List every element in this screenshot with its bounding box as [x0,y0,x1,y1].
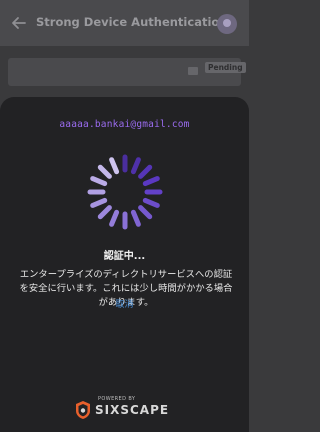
item-icon [188,67,198,75]
spinner-segment [109,209,120,227]
status-text: 認証中... [103,251,146,262]
back-arrow-icon[interactable] [10,14,28,32]
status-badge: Pending [205,62,246,73]
user-email: aaaaa.bankai@gmail.com [59,119,190,130]
brand-name: SIXSCAPE [95,403,170,417]
cancel-button[interactable]: 取消 [0,297,249,310]
spinner-segment [138,164,153,179]
spinner-segment [109,157,120,175]
spinner-segment [130,209,141,227]
branding: POWERED BY SIXSCAPE [74,396,184,420]
spinner-segment [142,197,160,208]
sixscape-logo-icon [74,400,92,420]
spinner-segment [130,157,141,175]
spinner-segment [97,205,112,220]
authentication-sheet: aaaaa.bankai@gmail.com 認証中... エンタープライズのデ… [0,97,249,432]
avatar-icon[interactable] [217,14,237,34]
loading-spinner-icon [85,152,165,232]
spinner-segment [90,197,108,208]
spinner-segment [142,176,160,187]
spinner-segment [138,205,153,220]
app-bar: Strong Device Authentication [0,0,249,46]
background-list-item: Pending [8,58,246,86]
app-title: Strong Device Authentication [36,15,228,29]
spinner-segment [97,164,112,179]
spinner-segment [90,176,108,187]
powered-by-label: POWERED BY [98,396,136,402]
